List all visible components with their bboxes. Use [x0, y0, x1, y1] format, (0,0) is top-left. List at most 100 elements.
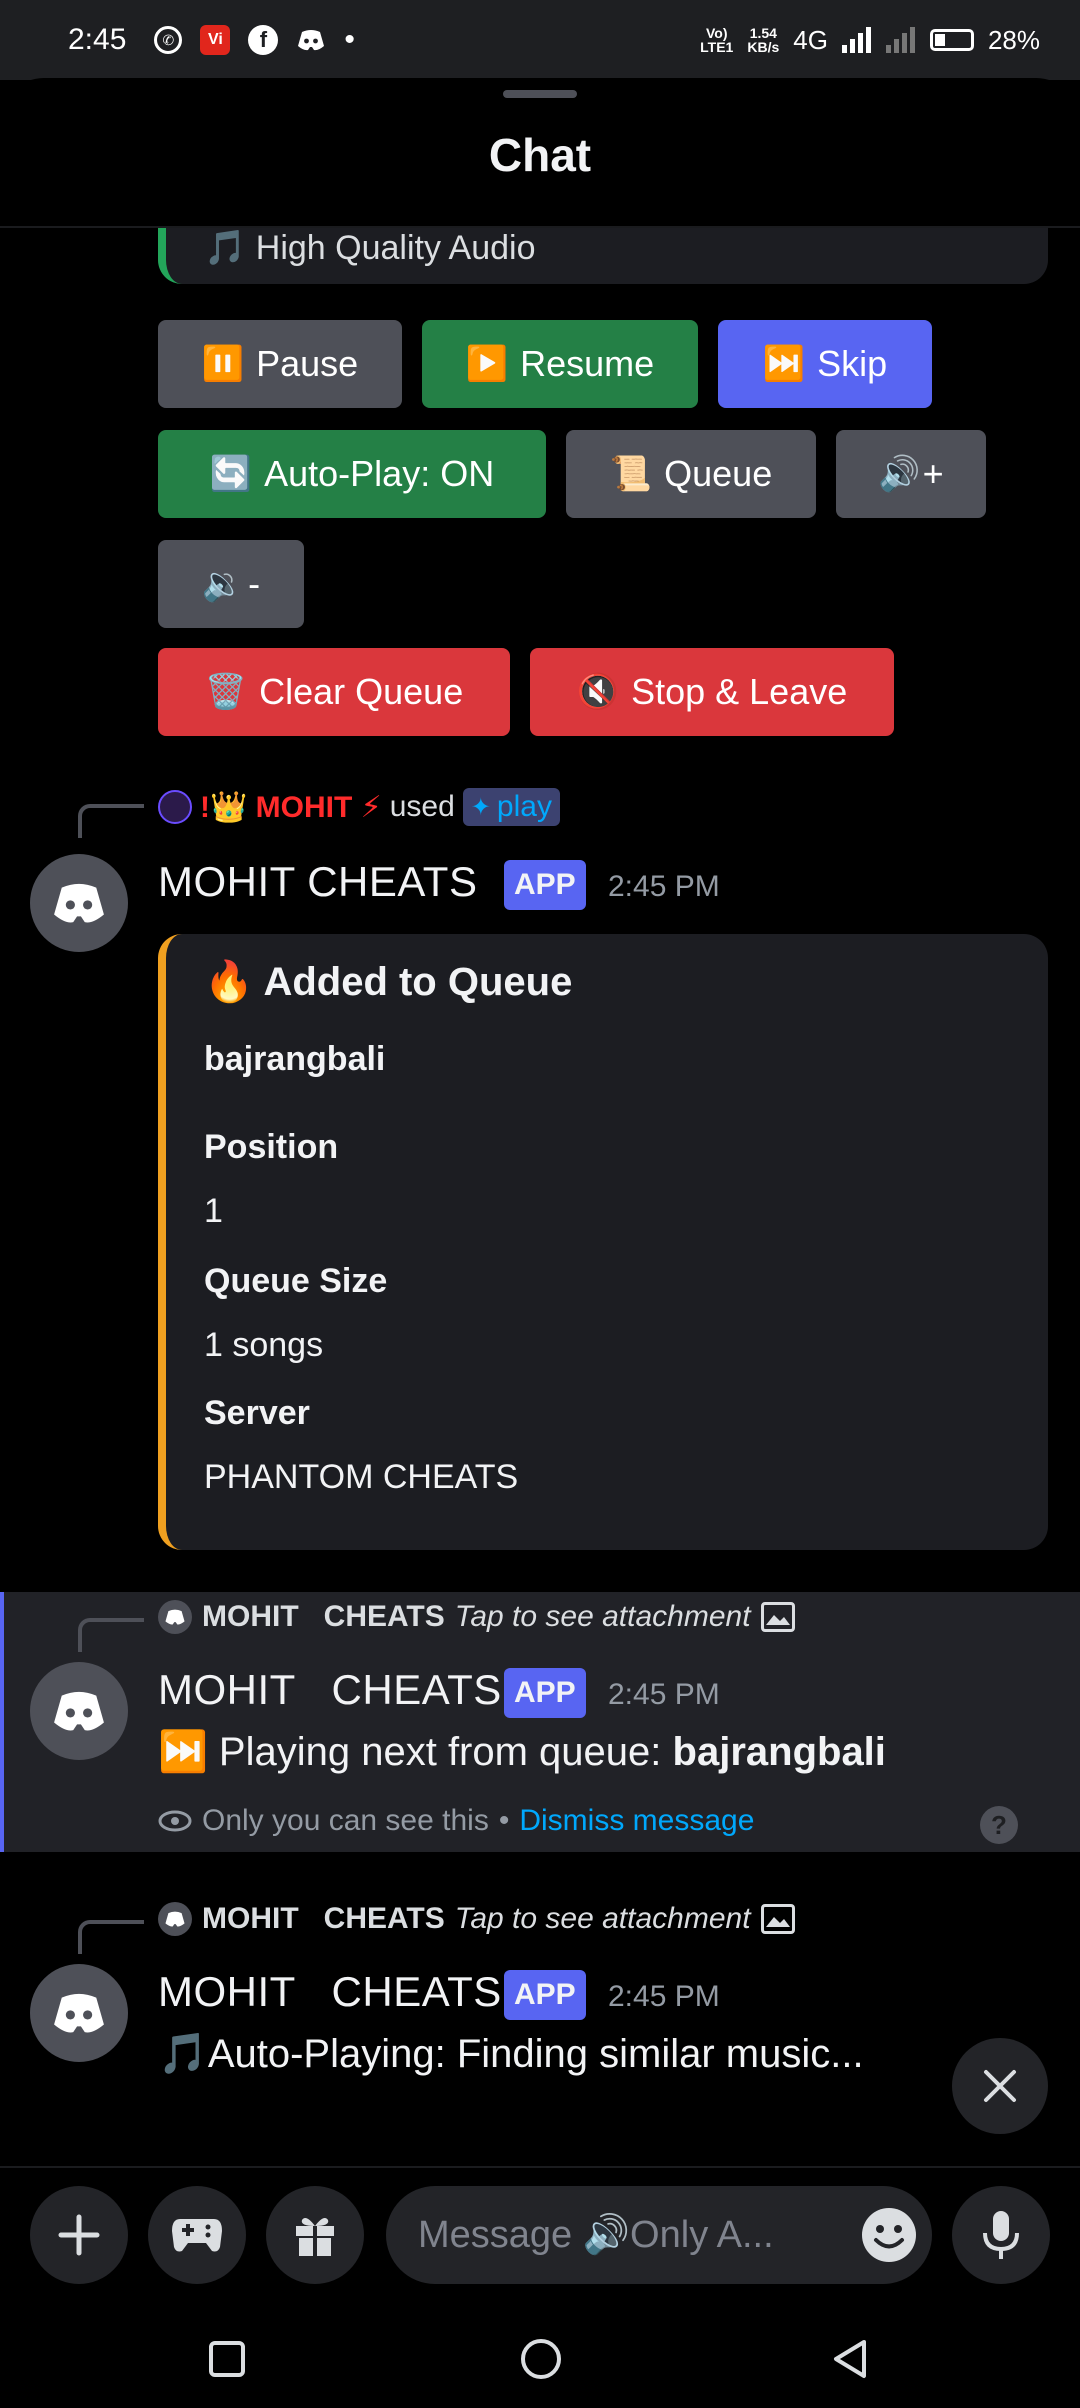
discord-logo-icon [54, 1993, 104, 2033]
avatar[interactable] [30, 1662, 128, 1760]
field-queue-size-value: 1 songs [204, 1326, 324, 1364]
message-input[interactable]: Message 🔊Only A... [386, 2186, 932, 2284]
emoji-button[interactable] [852, 2198, 926, 2272]
more-notifications-dot: • [344, 23, 355, 56]
gift-button[interactable] [266, 2186, 364, 2284]
stop-leave-button[interactable]: 🔇 Stop & Leave [530, 648, 894, 736]
discord-logo-icon [54, 883, 104, 923]
app-badge: APP [504, 860, 586, 910]
microphone-icon [983, 2211, 1019, 2259]
pause-button[interactable]: ⏸️ Pause [158, 320, 402, 408]
drag-handle[interactable] [503, 90, 577, 98]
network-rate: 1.54 KB/s [747, 25, 780, 55]
gamepad-icon [172, 2219, 222, 2252]
app-badge: APP [504, 1970, 586, 2020]
trash-icon: 🗑️ [204, 673, 248, 711]
system-nav-bar [0, 2306, 1080, 2408]
reply-reference[interactable]: !👑 MOHIT ⚡ used ✦ play [158, 788, 560, 826]
repeat-icon: 🔄 [209, 455, 253, 493]
vi-icon: Vi [200, 25, 231, 55]
field-queue-size-name: Queue Size [204, 1262, 388, 1300]
discord-logo-icon [54, 1691, 104, 1731]
field-server-value: PHANTOM CHEATS [204, 1458, 519, 1496]
field-position-value: 1 [204, 1192, 223, 1230]
add-attachment-button[interactable] [30, 2186, 128, 2284]
close-button[interactable] [952, 2038, 1048, 2134]
clear-queue-button[interactable]: 🗑️ Clear Queue [158, 648, 510, 736]
resume-button[interactable]: ▶️ Resume [422, 320, 698, 408]
reply-used-label: used [389, 790, 455, 823]
message-composer: Message 🔊Only A... [0, 2166, 1080, 2306]
reply-attachment-text: Tap to see attachment [454, 1902, 751, 1935]
reply-connector [78, 1618, 144, 1652]
gift-icon [296, 2218, 334, 2256]
battery-percent: 28% [987, 24, 1040, 55]
slash-command-icon: ✦ [470, 793, 491, 821]
emoji-icon [862, 2208, 916, 2262]
field-server-name: Server [204, 1394, 310, 1432]
avatar[interactable] [30, 1964, 128, 2062]
signal-icon [841, 27, 871, 53]
home-icon[interactable] [520, 2338, 562, 2380]
facebook-icon: f [248, 25, 279, 55]
previous-embed: 🎵 High Quality Audio [158, 228, 1048, 284]
embed-text: 🎵 High Quality Audio [204, 229, 536, 267]
message-content: 🎵Auto-Playing: Finding similar music... [158, 2032, 864, 2076]
queue-button[interactable]: 📜 Queue [566, 430, 816, 518]
chat-sheet-header: Chat [0, 78, 1080, 228]
discord-icon [296, 25, 326, 55]
pause-icon: ⏸️ [201, 345, 245, 383]
author-name[interactable]: MOHIT CHEATS [158, 1666, 502, 1714]
queue-embed: 🔥 Added to Queue bajrangbali Position 1 … [158, 934, 1048, 1550]
author-name[interactable]: MOHIT CHEATS [158, 858, 477, 906]
author-name[interactable]: MOHIT CHEATS [158, 1968, 502, 2016]
signal-2-icon [885, 27, 915, 53]
play-icon: ▶️ [465, 345, 509, 383]
command-chip[interactable]: ✦ play [462, 788, 560, 826]
volume-up-button[interactable]: 🔊 + [836, 430, 986, 518]
reply-reference[interactable]: MOHIT CHEATS Tap to see attachment [158, 1600, 795, 1634]
eye-icon [158, 1810, 192, 1832]
avatar[interactable] [30, 854, 128, 952]
notification-icons: ✆ Vi f • [154, 23, 355, 57]
volume-down-button[interactable]: 🔉 - [158, 540, 304, 628]
battery-icon [929, 29, 974, 51]
discord-small-icon [158, 1902, 192, 1936]
skip-button[interactable]: ⏭️ Skip [718, 320, 932, 408]
mute-icon: 🔇 [576, 673, 620, 711]
ephemeral-accent [0, 1592, 4, 1852]
reply-connector [78, 804, 144, 838]
message-list[interactable]: 🎵 High Quality Audio ⏸️ Pause ▶️ Resume ⏭️… [0, 228, 1080, 2166]
voice-message-button[interactable] [952, 2186, 1050, 2284]
speaker-low-icon: 🔉 [201, 565, 245, 603]
user-avatar-small [158, 790, 192, 824]
reply-author: MOHIT CHEATS [202, 1600, 445, 1633]
message-placeholder: Message 🔊Only A... [418, 2214, 774, 2256]
dismiss-message-link[interactable]: Dismiss message [519, 1804, 754, 1838]
ephemeral-note: Only you can see this • Dismiss message [158, 1804, 754, 1838]
volte-indicator: Vo) LTE1 [700, 25, 734, 55]
status-bar: 2:45 ✆ Vi f • Vo) LTE1 1.54 KB/s 4G 28% [0, 0, 1080, 80]
image-icon [760, 1904, 795, 1934]
speaker-icon: 🔊 [878, 455, 921, 493]
fire-icon: 🔥 [204, 960, 264, 1004]
activities-button[interactable] [148, 2186, 246, 2284]
timestamp: 2:45 PM [608, 870, 720, 903]
scroll-icon: 📜 [609, 455, 653, 493]
recents-icon[interactable] [208, 2340, 246, 2378]
image-icon [760, 1602, 795, 1632]
message-content: ⏭️ Playing next from queue: bajrangbali [158, 1730, 886, 1774]
reply-reference[interactable]: MOHIT CHEATS Tap to see attachment [158, 1902, 795, 1936]
autoplay-button[interactable]: 🔄 Auto-Play: ON [158, 430, 546, 518]
reply-username[interactable]: !👑 MOHIT ⚡ [200, 790, 382, 825]
plus-icon [58, 2214, 100, 2256]
embed-song: bajrangbali [204, 1040, 386, 1078]
help-icon[interactable]: ? [980, 1806, 1018, 1844]
page-title: Chat [488, 129, 592, 181]
back-icon[interactable] [830, 2338, 870, 2380]
close-icon [984, 2070, 1016, 2102]
network-type: 4G [793, 24, 828, 55]
timestamp: 2:45 PM [608, 1678, 720, 1711]
next-track-icon: ⏭️ [158, 1730, 219, 1774]
music-note-icon: 🎵 [158, 2032, 208, 2076]
